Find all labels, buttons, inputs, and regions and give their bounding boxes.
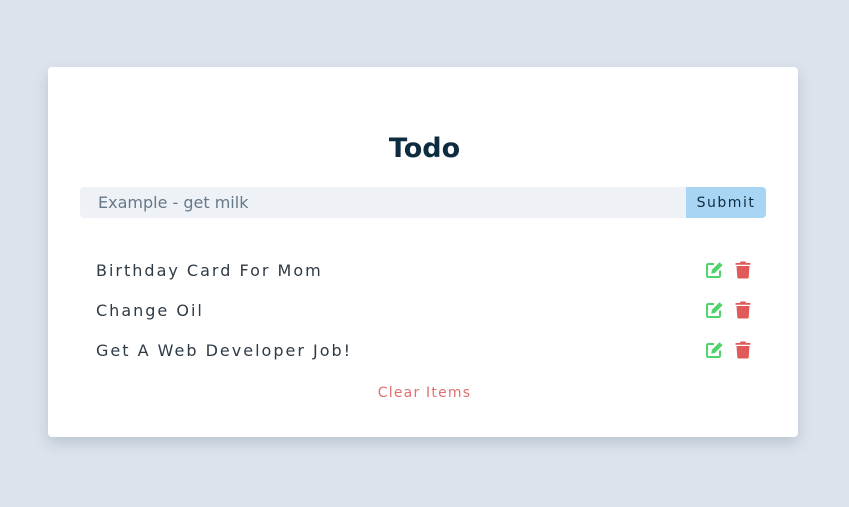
page-title: Todo xyxy=(388,133,461,164)
edit-icon[interactable] xyxy=(705,301,724,320)
todo-list: Birthday Card For Mom Change Oil Get A W… xyxy=(96,250,752,370)
todo-form: Submit xyxy=(80,187,766,218)
trash-icon[interactable] xyxy=(733,341,752,360)
item-actions xyxy=(705,301,752,320)
item-text: Birthday Card For Mom xyxy=(96,260,323,280)
list-item: Change Oil xyxy=(96,290,752,330)
edit-icon[interactable] xyxy=(705,341,724,360)
item-actions xyxy=(705,261,752,280)
clear-items-button[interactable]: Clear Items xyxy=(0,384,849,402)
trash-icon[interactable] xyxy=(733,301,752,320)
edit-icon[interactable] xyxy=(705,261,724,280)
submit-button[interactable]: Submit xyxy=(686,187,766,218)
list-item: Birthday Card For Mom xyxy=(96,250,752,290)
trash-icon[interactable] xyxy=(733,261,752,280)
item-actions xyxy=(705,341,752,360)
item-text: Change Oil xyxy=(96,300,204,320)
todo-input[interactable] xyxy=(80,187,686,218)
list-item: Get A Web Developer Job! xyxy=(96,330,752,370)
item-text: Get A Web Developer Job! xyxy=(96,340,353,360)
